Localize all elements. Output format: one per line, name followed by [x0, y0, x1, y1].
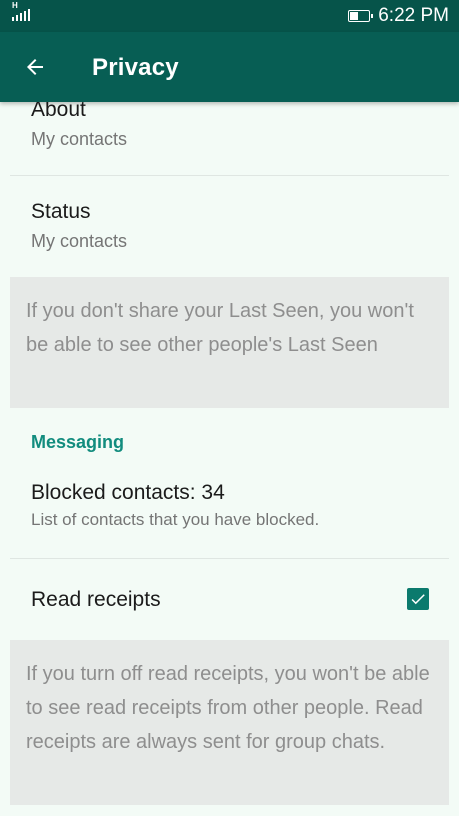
- page-title: Privacy: [92, 54, 179, 81]
- back-button[interactable]: [16, 48, 54, 86]
- clock: 6:22 PM: [378, 5, 449, 26]
- status-right: 6:22 PM: [348, 4, 449, 28]
- status-title: Status: [31, 200, 91, 223]
- divider: [10, 558, 449, 559]
- divider: [10, 175, 449, 176]
- status-value: My contacts: [31, 231, 128, 251]
- arrow-back-icon: [27, 59, 43, 75]
- privacy-settings-list: About My contacts Status My contacts If …: [0, 102, 459, 816]
- blocked-contacts-setting[interactable]: Blocked contacts: 34 List of contacts th…: [10, 480, 449, 532]
- last-seen-info: If you don't share your Last Seen, you w…: [10, 277, 449, 408]
- network-type: H: [12, 1, 18, 10]
- app-bar: Privacy: [0, 32, 459, 102]
- read-receipts-setting[interactable]: Read receipts: [10, 587, 449, 613]
- check-icon: [411, 594, 425, 605]
- status-setting[interactable]: Status My contacts: [10, 199, 449, 253]
- messaging-section-header: Messaging: [31, 432, 125, 452]
- blocked-contacts-subtitle: List of contacts that you have blocked.: [31, 510, 320, 529]
- about-value: My contacts: [31, 129, 128, 149]
- signal-icon: H: [12, 2, 30, 21]
- read-receipts-checkbox[interactable]: [407, 588, 429, 610]
- battery-icon: [348, 10, 374, 22]
- about-setting[interactable]: About My contacts: [10, 102, 449, 151]
- blocked-contacts-title: Blocked contacts: 34: [31, 481, 225, 504]
- status-bar: H 6:22 PM: [0, 0, 459, 32]
- read-receipts-title: Read receipts: [31, 588, 161, 611]
- read-receipts-info: If you turn off read receipts, you won't…: [10, 640, 449, 805]
- about-title: About: [31, 102, 86, 121]
